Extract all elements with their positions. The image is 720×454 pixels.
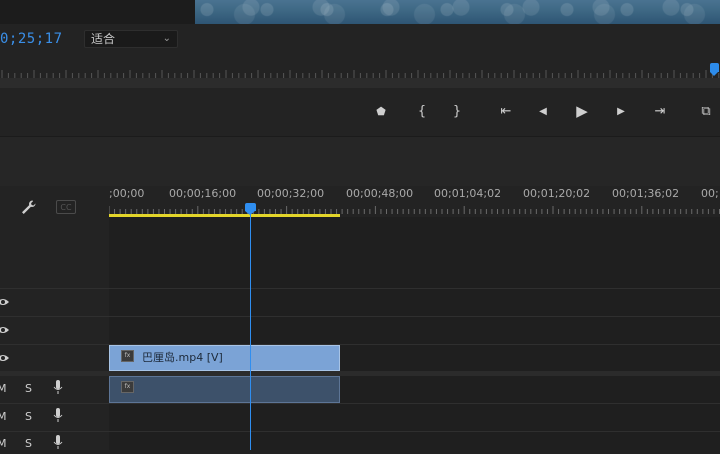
ruler-timecode-label: 00;00;32;00 xyxy=(257,187,325,200)
track-separator xyxy=(0,431,720,432)
fit-zoom-select-value: 适合 xyxy=(91,32,116,46)
track-separator xyxy=(0,344,720,345)
mark-out-button[interactable]: } xyxy=(446,100,468,122)
export-frame-button[interactable]: ⧉ xyxy=(695,100,717,122)
program-preview xyxy=(195,0,720,24)
ruler-timecode-label: 00;00;16;00 xyxy=(169,187,237,200)
fx-icon: fx xyxy=(121,350,134,362)
ruler-timecode-label: 00;00;48;00 xyxy=(346,187,414,200)
ruler-timecode-label: 00;01;20;02 xyxy=(523,187,591,200)
timeline-tick-strip[interactable] xyxy=(109,206,720,214)
step-forward-button[interactable]: ▶ xyxy=(610,100,632,122)
fx-icon: fx xyxy=(121,381,134,393)
ruler-timecode-label: 00;01;04;02 xyxy=(434,187,502,200)
go-to-out-button[interactable]: ⇥ xyxy=(649,100,671,122)
ruler-timecode-label: 00;01;36;02 xyxy=(612,187,680,200)
track-separator xyxy=(0,316,720,317)
track-lanes[interactable] xyxy=(109,217,720,450)
mute-track-button[interactable]: M xyxy=(0,410,7,423)
monitor-playhead-icon[interactable] xyxy=(710,63,719,76)
cc-icon[interactable]: CC xyxy=(56,200,76,214)
play-button[interactable]: ▶ xyxy=(571,100,593,122)
monitor-top-left-area xyxy=(0,0,195,24)
fit-zoom-select[interactable]: 适合 ⌄ xyxy=(84,30,178,48)
chevron-down-icon: ⌄ xyxy=(162,33,171,44)
mark-in-button[interactable]: { xyxy=(411,100,433,122)
program-timecode[interactable]: 0;25;17 xyxy=(0,31,63,47)
eye-icon[interactable] xyxy=(0,296,9,310)
microphone-icon[interactable] xyxy=(53,380,63,399)
panel-divider xyxy=(0,136,720,187)
eye-icon[interactable] xyxy=(0,324,9,338)
step-back-button[interactable]: ◀ xyxy=(532,100,554,122)
monitor-scrub-track[interactable] xyxy=(0,78,720,88)
mute-track-button[interactable]: M xyxy=(0,437,7,450)
video-clip-name: 巴厘岛.mp4 [V] xyxy=(142,351,223,364)
wrench-icon[interactable] xyxy=(19,198,37,216)
add-marker-button[interactable]: ⬟ xyxy=(370,100,392,122)
playhead-icon[interactable] xyxy=(245,203,256,215)
eye-icon[interactable] xyxy=(0,352,9,366)
ruler-timecode-label: ;00;00 xyxy=(109,187,145,200)
video-clip[interactable]: fx 巴厘岛.mp4 [V] xyxy=(109,345,340,371)
audio-clip[interactable]: fx xyxy=(109,376,340,403)
track-separator xyxy=(0,403,720,404)
monitor-mini-ruler[interactable] xyxy=(0,64,720,78)
mute-track-button[interactable]: M xyxy=(0,382,7,395)
video-audio-divider[interactable] xyxy=(0,371,720,376)
solo-track-button[interactable]: S xyxy=(25,437,32,450)
ruler-timecode-label: 00; xyxy=(701,187,719,200)
go-to-in-button[interactable]: ⇤ xyxy=(495,100,517,122)
track-separator xyxy=(0,288,720,289)
solo-track-button[interactable]: S xyxy=(25,382,32,395)
playhead-line[interactable] xyxy=(250,206,251,450)
microphone-icon[interactable] xyxy=(53,408,63,427)
microphone-icon[interactable] xyxy=(53,435,63,454)
solo-track-button[interactable]: S xyxy=(25,410,32,423)
